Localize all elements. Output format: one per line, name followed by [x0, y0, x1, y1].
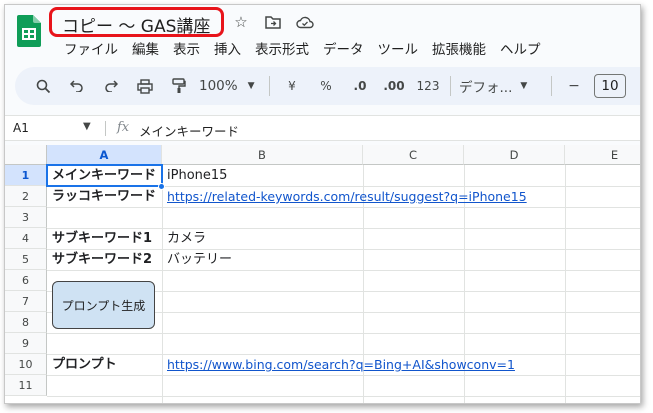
chevron-down-icon[interactable]: ▼ [83, 121, 91, 132]
gridline [565, 165, 566, 403]
row-header-7[interactable]: 7 [5, 291, 47, 312]
select-all-corner[interactable] [5, 145, 47, 165]
percent-format-button[interactable]: % [312, 73, 340, 99]
row-header-8[interactable]: 8 [5, 312, 47, 333]
currency-format-button[interactable]: ¥ [278, 73, 306, 99]
column-header-c[interactable]: C [363, 145, 464, 165]
increase-decimal-label: .00 [383, 79, 405, 93]
chevron-down-icon: ▼ [520, 81, 528, 91]
menu-extensions[interactable]: 拡張機能 [425, 38, 493, 58]
row-header-6[interactable]: 6 [5, 270, 47, 291]
cell-a2[interactable]: ラッコキーワード [48, 186, 156, 207]
formula-divider [105, 121, 106, 136]
paint-format-icon[interactable] [165, 73, 193, 99]
toolbar-divider [551, 76, 552, 96]
star-icon[interactable]: ☆ [231, 13, 251, 31]
gridline [47, 375, 640, 376]
font-size-input[interactable]: 10 [594, 74, 626, 98]
row-header-9[interactable]: 9 [5, 333, 47, 354]
font-value: デフォ... [459, 80, 513, 96]
gridline [47, 396, 640, 397]
menu-tools[interactable]: ツール [371, 38, 426, 58]
move-folder-icon[interactable] [263, 13, 283, 31]
fx-icon: fx [117, 120, 130, 135]
row-header-1[interactable]: 1 [5, 165, 47, 186]
title-actions: ☆ [231, 13, 315, 31]
row-header-3[interactable]: 3 [5, 207, 47, 228]
undo-icon[interactable] [63, 73, 91, 99]
menu-edit[interactable]: 編集 [125, 38, 166, 58]
gridline [47, 207, 640, 208]
formula-input[interactable]: メインキーワード [139, 121, 239, 140]
row-header-10[interactable]: 10 [5, 354, 47, 375]
print-icon[interactable] [131, 73, 159, 99]
cell-b2-link[interactable]: https://related-keywords.com/result/sugg… [163, 186, 527, 207]
fill-handle[interactable] [158, 183, 165, 190]
increase-decimal-button[interactable]: .00 [380, 73, 408, 99]
number-format-button[interactable]: 123 [414, 73, 442, 99]
title-highlight: コピー 〜 GAS講座 [49, 7, 224, 37]
menu-file[interactable]: ファイル [57, 38, 125, 58]
gridline [47, 333, 640, 334]
spreadsheet-grid[interactable]: A B C D E 1 2 3 4 5 6 7 8 9 10 11 メインキーワ… [5, 145, 640, 403]
cell-b10-link[interactable]: https://www.bing.com/search?q=Bing+AI&sh… [163, 354, 515, 375]
row-header-2[interactable]: 2 [5, 186, 47, 207]
menu-help[interactable]: ヘルプ [493, 38, 548, 58]
font-select[interactable]: デフォ... ▼ [459, 73, 543, 99]
increase-font-size-button[interactable]: + [634, 73, 640, 99]
redo-icon[interactable] [97, 73, 125, 99]
document-title[interactable]: コピー 〜 GAS講座 [62, 12, 210, 37]
gridline [47, 270, 640, 271]
chevron-down-icon: ▼ [247, 81, 255, 91]
row-header-11[interactable]: 11 [5, 375, 47, 396]
formula-bar: A1 ▼ fx メインキーワード [5, 115, 640, 141]
decrease-decimal-label: .0 [353, 79, 367, 93]
menu-view[interactable]: 表示 [166, 38, 207, 58]
toolbar-divider [450, 76, 451, 96]
decrease-font-size-button[interactable]: − [560, 73, 588, 99]
column-header-a[interactable]: A [47, 145, 162, 165]
column-header-e[interactable]: E [565, 145, 640, 165]
row-header-4[interactable]: 4 [5, 228, 47, 249]
name-box[interactable]: A1 [13, 121, 29, 135]
cloud-saved-icon[interactable] [295, 13, 315, 31]
menu-bar: ファイル 編集 表示 挿入 表示形式 データ ツール 拡張機能 ヘルプ [57, 38, 548, 58]
row-header-5[interactable]: 5 [5, 249, 47, 270]
sheets-logo-icon[interactable] [17, 15, 41, 47]
zoom-select[interactable]: 100% ▼ [199, 73, 261, 99]
active-cell-outline [46, 164, 163, 187]
column-header-b[interactable]: B [162, 145, 363, 165]
cell-b1[interactable]: iPhone15 [163, 165, 227, 186]
cell-a4[interactable]: サブキーワード1 [48, 228, 152, 249]
toolbar: 100% ▼ ¥ % .0 .00 123 デフォ... ▼ − 10 + [15, 67, 640, 105]
cell-b4[interactable]: カメラ [163, 228, 206, 249]
column-header-d[interactable]: D [464, 145, 565, 165]
decrease-decimal-button[interactable]: .0 [346, 73, 374, 99]
menu-insert[interactable]: 挿入 [207, 38, 248, 58]
zoom-value: 100% [199, 78, 238, 94]
search-icon[interactable] [29, 73, 57, 99]
cell-b5[interactable]: バッテリー [163, 249, 232, 270]
app-window: コピー 〜 GAS講座 ☆ ファイル 編集 表示 挿入 表示形式 データ ツール… [4, 4, 641, 404]
toolbar-divider [269, 76, 270, 96]
cell-a5[interactable]: サブキーワード2 [48, 249, 152, 270]
cell-a10[interactable]: プロンプト [48, 354, 117, 375]
generate-prompt-button[interactable]: プロンプト生成 [52, 281, 155, 329]
menu-data[interactable]: データ [316, 38, 371, 58]
menu-format[interactable]: 表示形式 [248, 38, 316, 58]
